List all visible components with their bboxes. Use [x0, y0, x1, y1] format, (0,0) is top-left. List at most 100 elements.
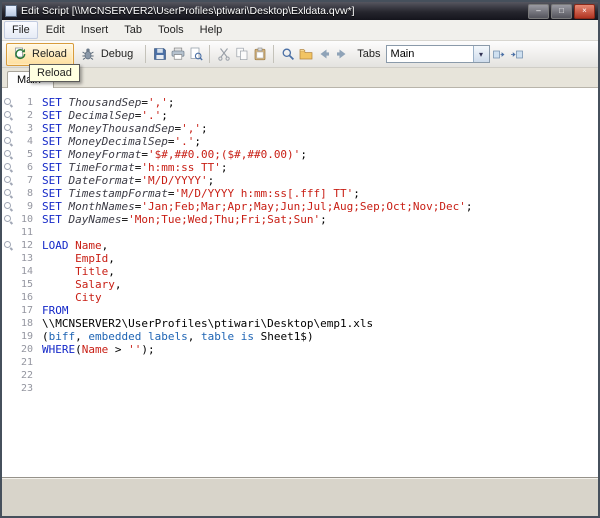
marker-spacer: [3, 227, 14, 238]
line-number: 10: [20, 214, 33, 225]
paste-icon[interactable]: [251, 46, 268, 63]
statement-marker-icon: [3, 214, 14, 225]
line-number: 22: [20, 370, 33, 381]
copy-icon[interactable]: [233, 46, 250, 63]
gutter: 19: [2, 330, 42, 343]
statement-marker-icon: [3, 110, 14, 121]
script-line: 9 SET MonthNames='Jan;Feb;Mar;Apr;May;Jun…: [2, 200, 598, 213]
code-text: SET MoneyFormat='$#,##0.00;($#,##0.00)';: [42, 148, 307, 161]
reload-icon: [11, 46, 28, 63]
menu-tools[interactable]: Tools: [150, 21, 192, 39]
statement-marker-icon: [3, 201, 14, 212]
line-number: 13: [20, 253, 33, 264]
line-number: 11: [20, 227, 33, 238]
menu-insert[interactable]: Insert: [73, 21, 117, 39]
script-editor[interactable]: 1 SET ThousandSep=','; 2 SET DecimalSep='.'…: [2, 88, 598, 477]
code-text: Title,: [75, 265, 115, 278]
gutter: 10: [2, 213, 42, 226]
menu-edit[interactable]: Edit: [38, 21, 73, 39]
line-number: 7: [26, 175, 33, 186]
promote-tab-icon[interactable]: [491, 46, 508, 63]
marker-spacer: [3, 383, 14, 394]
marker-spacer: [3, 331, 14, 342]
code-text: SET MoneyThousandSep=',';: [42, 122, 208, 135]
statement-marker-icon: [3, 162, 14, 173]
code-text: City: [75, 291, 102, 304]
debug-icon: [80, 46, 97, 63]
reload-button[interactable]: Reload: [6, 42, 74, 66]
gutter: 12: [2, 239, 42, 252]
code-text: Salary,: [75, 278, 122, 291]
debug-button-label: Debug: [100, 48, 134, 60]
print-preview-icon[interactable]: [187, 46, 204, 63]
script-line: 3 SET MoneyThousandSep=',';: [2, 122, 598, 135]
marker-spacer: [3, 305, 14, 316]
toolbar-separator: [145, 45, 147, 63]
forward-icon[interactable]: [333, 46, 350, 63]
chevron-down-icon: ▾: [472, 46, 489, 62]
toolbar-separator: [209, 45, 211, 63]
gutter: 9: [2, 200, 42, 213]
line-number: 9: [26, 201, 33, 212]
gutter: 21: [2, 356, 42, 369]
gutter: 18: [2, 317, 42, 330]
debug-button[interactable]: Debug: [75, 43, 140, 66]
minimize-button[interactable]: –: [528, 3, 549, 19]
gutter: 7: [2, 174, 42, 187]
code-text: LOAD Name,: [42, 239, 109, 252]
line-number: 15: [20, 279, 33, 290]
maximize-button[interactable]: □: [551, 3, 572, 19]
script-line: 17 FROM: [2, 304, 598, 317]
line-number: 21: [20, 357, 33, 368]
gutter: 8: [2, 187, 42, 200]
line-number: 2: [26, 110, 33, 121]
merge-tab-icon[interactable]: [509, 46, 526, 63]
open-folder-icon[interactable]: [297, 46, 314, 63]
gutter: 1: [2, 96, 42, 109]
tabs-label: Tabs: [357, 48, 381, 60]
back-icon[interactable]: [315, 46, 332, 63]
script-line: 19 (biff, embedded labels, table is Sheet…: [2, 330, 598, 343]
code-text: SET DayNames='Mon;Tue;Wed;Thu;Fri;Sat;Su…: [42, 213, 327, 226]
script-line: 12 LOAD Name,: [2, 239, 598, 252]
script-line: 7 SET DateFormat='M/D/YYYY';: [2, 174, 598, 187]
menu-file[interactable]: File: [4, 21, 38, 39]
gutter: 22: [2, 369, 42, 382]
line-number: 19: [20, 331, 33, 342]
gutter: 4: [2, 135, 42, 148]
code-text: \\MCNSERVER2\UserProfiles\ptiwari\Deskto…: [42, 317, 374, 330]
code-text: (biff, embedded labels, table is Sheet1$…: [42, 330, 314, 343]
script-line: 2 SET DecimalSep='.';: [2, 109, 598, 122]
close-button[interactable]: ×: [574, 3, 595, 19]
line-number: 14: [20, 266, 33, 277]
code-text: FROM: [42, 304, 69, 317]
code-text: SET DecimalSep='.';: [42, 109, 168, 122]
statement-marker-icon: [3, 136, 14, 147]
script-line: 21: [2, 356, 598, 369]
toolbar-separator: [273, 45, 275, 63]
cut-icon[interactable]: [215, 46, 232, 63]
script-tab-strip: Main: [2, 68, 598, 88]
reload-tooltip: Reload: [29, 64, 80, 82]
script-line: 10 SET DayNames='Mon;Tue;Wed;Thu;Fri;Sat;…: [2, 213, 598, 226]
save-icon[interactable]: [151, 46, 168, 63]
script-line: 4 SET MoneyDecimalSep='.';: [2, 135, 598, 148]
print-icon[interactable]: [169, 46, 186, 63]
gutter: 17: [2, 304, 42, 317]
menu-tab[interactable]: Tab: [116, 21, 150, 39]
marker-spacer: [3, 266, 14, 277]
tab-selector-dropdown[interactable]: Main ▾: [385, 45, 490, 63]
marker-spacer: [3, 292, 14, 303]
statement-marker-icon: [3, 123, 14, 134]
find-icon[interactable]: [279, 46, 296, 63]
menu-help[interactable]: Help: [192, 21, 231, 39]
marker-spacer: [3, 357, 14, 368]
menu-bar: File Edit Insert Tab Tools Help: [2, 20, 598, 41]
marker-spacer: [3, 344, 14, 355]
gutter: 16: [2, 291, 42, 304]
gutter: 13: [2, 252, 42, 265]
line-number: 12: [20, 240, 33, 251]
code-text: EmpId,: [75, 252, 115, 265]
line-number: 4: [26, 136, 33, 147]
marker-spacer: [3, 279, 14, 290]
